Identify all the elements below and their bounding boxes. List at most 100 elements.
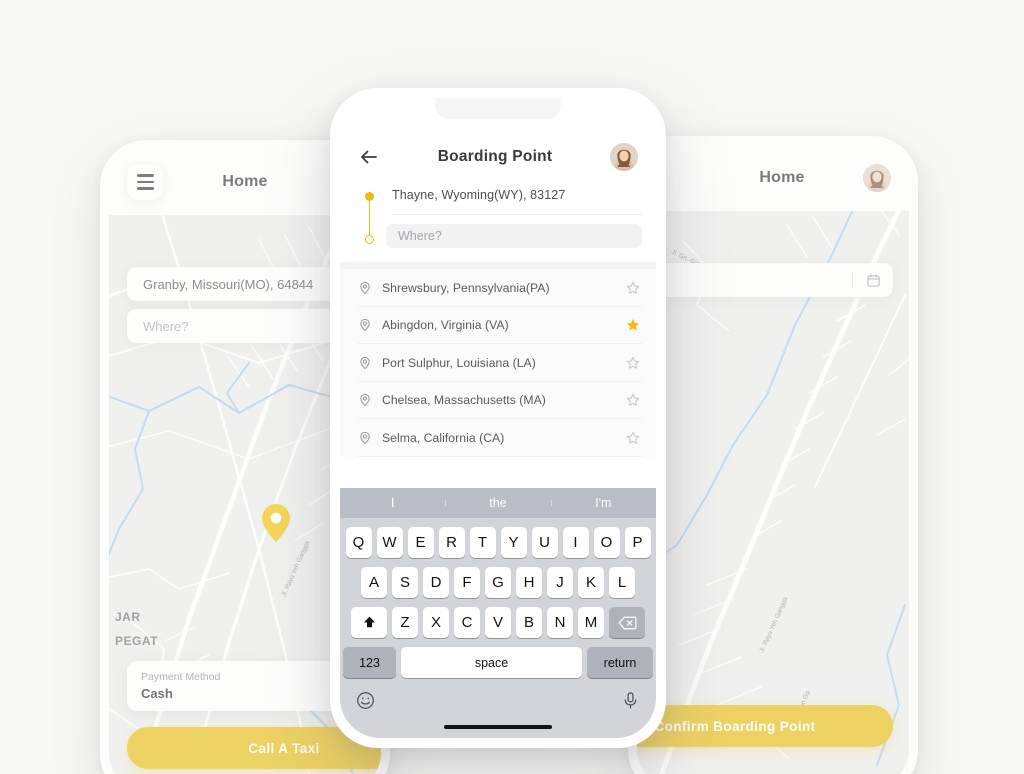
map-pin-icon xyxy=(358,281,372,295)
right-topbar: Home xyxy=(637,145,909,211)
right-phone-screen: Jl. Gn. Gatur Jl. Raya Yeh Gangga Jl. Ra… xyxy=(637,145,909,774)
keyboard-bottom-row xyxy=(340,687,656,717)
page-root: Jl. Raya Yeh Gangga Jl. Raya Yeh Jl. Par… xyxy=(0,0,1024,774)
star-outline-icon[interactable] xyxy=(626,356,640,370)
list-item-label: Selma, California (CA) xyxy=(382,430,505,445)
map-pin-icon xyxy=(358,318,372,332)
key-s[interactable]: S xyxy=(392,567,418,598)
key-g[interactable]: G xyxy=(485,567,511,598)
confirm-boarding-point-button[interactable]: Confirm Boarding Point xyxy=(637,705,893,747)
avatar[interactable] xyxy=(610,143,638,171)
key-c[interactable]: C xyxy=(454,607,480,638)
avatar[interactable] xyxy=(863,164,891,192)
route-inputs: Thayne, Wyoming(WY), 83127 Where? xyxy=(340,180,656,262)
space-key[interactable]: space xyxy=(401,647,582,678)
right-map: Jl. Gn. Gatur Jl. Raya Yeh Gangga Jl. Ra… xyxy=(637,145,909,774)
map-place-label-2: PEGAT xyxy=(115,634,158,648)
origin-value[interactable]: Thayne, Wyoming(WY), 83127 xyxy=(392,188,565,202)
key-l[interactable]: L xyxy=(609,567,635,598)
section-divider xyxy=(340,262,656,269)
prediction-word-1[interactable]: I xyxy=(340,496,445,510)
key-w[interactable]: W xyxy=(376,527,403,558)
keyboard-row-1: Q W E R T Y U I O P xyxy=(343,527,653,558)
map-pin-icon xyxy=(358,356,372,370)
key-u[interactable]: U xyxy=(531,527,558,558)
key-i[interactable]: I xyxy=(562,527,589,558)
key-m[interactable]: M xyxy=(578,607,604,638)
list-item-label: Shrewsbury, Pennsylvania(PA) xyxy=(382,280,550,295)
call-a-taxi-label: Call A Taxi xyxy=(248,740,320,756)
hollow-dot-icon xyxy=(365,235,374,244)
keyboard-row-4: 123 space return xyxy=(343,647,653,678)
key-r[interactable]: R xyxy=(438,527,465,558)
onscreen-keyboard: I the I'm Q W E R T Y U I O P A S D F G … xyxy=(340,488,656,738)
list-item[interactable]: Shrewsbury, Pennsylvania(PA) xyxy=(340,269,656,307)
star-outline-icon[interactable] xyxy=(626,281,640,295)
key-p[interactable]: P xyxy=(624,527,651,558)
center-phone-screen: Boarding Point Thayne, Wyoming(WY), 8312… xyxy=(340,98,656,738)
map-place-label-1: JAR xyxy=(115,610,141,624)
map-pin-icon xyxy=(358,431,372,445)
filled-dot-icon xyxy=(365,192,374,201)
star-filled-icon[interactable] xyxy=(626,318,640,332)
key-n[interactable]: N xyxy=(547,607,573,638)
numeric-key[interactable]: 123 xyxy=(343,647,396,678)
center-header: Boarding Point xyxy=(340,134,656,180)
star-outline-icon[interactable] xyxy=(626,431,640,445)
home-indicator xyxy=(444,724,552,729)
list-item-label: Chelsea, Massachusetts (MA) xyxy=(382,393,546,408)
key-h[interactable]: H xyxy=(516,567,542,598)
left-destination-placeholder: Where? xyxy=(143,318,189,334)
list-item[interactable]: Selma, California (CA) xyxy=(340,419,656,457)
key-b[interactable]: B xyxy=(516,607,542,638)
key-x[interactable]: X xyxy=(423,607,449,638)
left-page-title: Home xyxy=(222,173,268,190)
center-phone-mockup: Boarding Point Thayne, Wyoming(WY), 8312… xyxy=(330,88,666,748)
route-line xyxy=(369,201,371,235)
destination-placeholder: Where? xyxy=(398,229,442,243)
star-outline-icon[interactable] xyxy=(626,393,640,407)
key-v[interactable]: V xyxy=(485,607,511,638)
prediction-word-2[interactable]: the xyxy=(445,496,550,510)
route-rail xyxy=(364,192,376,244)
confirm-boarding-point-label: Confirm Boarding Point xyxy=(654,718,816,734)
key-f[interactable]: F xyxy=(454,567,480,598)
emoji-smiley-icon[interactable] xyxy=(356,691,375,715)
prediction-bar: I the I'm xyxy=(340,488,656,518)
right-phone-mockup: Jl. Gn. Gatur Jl. Raya Yeh Gangga Jl. Ra… xyxy=(628,136,918,774)
list-item[interactable]: Abingdon, Virginia (VA) xyxy=(340,306,656,344)
key-o[interactable]: O xyxy=(593,527,620,558)
microphone-icon[interactable] xyxy=(621,691,640,715)
key-a[interactable]: A xyxy=(361,567,387,598)
right-search-field[interactable]: Where? xyxy=(637,263,893,297)
key-z[interactable]: Z xyxy=(392,607,418,638)
right-page-title: Home xyxy=(759,169,805,186)
prediction-word-3[interactable]: I'm xyxy=(550,496,656,510)
right-search-placeholder: Where? xyxy=(637,273,852,288)
list-item[interactable]: Port Sulphur, Louisiana (LA) xyxy=(340,344,656,382)
key-q[interactable]: Q xyxy=(345,527,372,558)
key-y[interactable]: Y xyxy=(500,527,527,558)
return-key[interactable]: return xyxy=(587,647,653,678)
list-item-label: Port Sulphur, Louisiana (LA) xyxy=(382,355,536,370)
shift-up-arrow-icon[interactable] xyxy=(351,607,387,638)
phone-notch xyxy=(435,98,561,119)
destination-input[interactable]: Where? xyxy=(386,224,642,248)
key-t[interactable]: T xyxy=(469,527,496,558)
keyboard-row-2: A S D F G H J K L xyxy=(343,567,653,598)
suggestion-list: Shrewsbury, Pennsylvania(PA) Abingdon, V… xyxy=(340,269,656,457)
map-pin-icon xyxy=(262,504,290,542)
backspace-icon[interactable] xyxy=(609,607,645,638)
key-k[interactable]: K xyxy=(578,567,604,598)
key-e[interactable]: E xyxy=(407,527,434,558)
left-pickup-value: Granby, Missouri(MO), 64844 xyxy=(143,276,314,292)
calendar-icon[interactable] xyxy=(853,273,893,288)
key-d[interactable]: D xyxy=(423,567,449,598)
center-page-title: Boarding Point xyxy=(437,148,553,165)
back-arrow-icon[interactable] xyxy=(358,146,380,168)
list-item[interactable]: Chelsea, Massachusetts (MA) xyxy=(340,381,656,419)
hamburger-icon[interactable] xyxy=(127,164,163,200)
keyboard-row-3: Z X C V B N M xyxy=(343,607,653,638)
map-pin-icon xyxy=(358,393,372,407)
key-j[interactable]: J xyxy=(547,567,573,598)
